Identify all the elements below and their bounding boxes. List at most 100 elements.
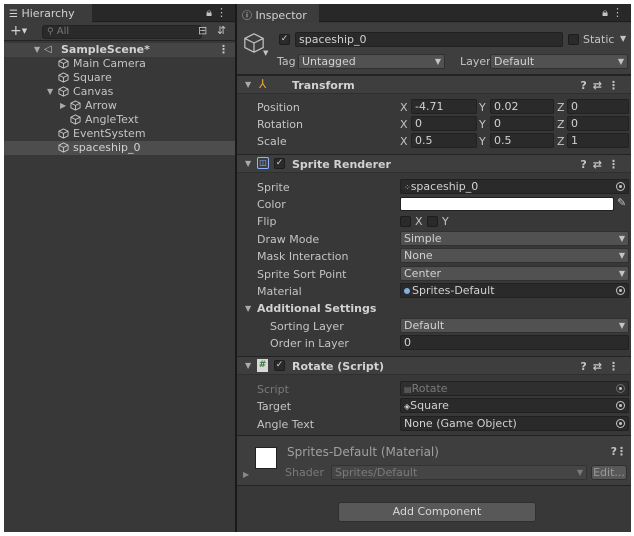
angle-text-object-field[interactable]: None (Game Object) <box>400 416 629 431</box>
chevron-down-icon[interactable]: ▼ <box>620 34 626 43</box>
tag-label: Tag <box>277 55 296 68</box>
scene-row[interactable]: ▼ ◁ SampleScene* ⋮ <box>4 43 235 57</box>
flip-y-checkbox[interactable] <box>427 216 438 227</box>
axis-label[interactable]: Z <box>557 135 565 148</box>
additional-settings-foldout[interactable]: Additional Settings <box>257 302 376 315</box>
eyedropper-icon[interactable]: ✎ <box>617 196 626 209</box>
chevron-down-icon[interactable]: ▼ <box>263 49 268 57</box>
material-title: Sprites-Default (Material) <box>287 445 439 459</box>
search-placeholder: All <box>56 26 70 37</box>
help-icon[interactable]: ? <box>580 79 592 92</box>
gameobject-cube-icon <box>58 128 69 139</box>
expand-arrow-icon[interactable]: ▼ <box>245 304 251 313</box>
presets-icon[interactable]: ⇄ <box>593 79 608 92</box>
scale-y-field[interactable]: 0.5 <box>490 133 554 148</box>
expand-arrow-icon[interactable]: ▼ <box>245 361 251 370</box>
layer-dropdown[interactable]: Default ▼ <box>490 54 628 69</box>
rotation-y-field[interactable]: 0 <box>490 116 554 131</box>
material-value: Sprites-Default <box>412 284 495 297</box>
hierarchy-search-input[interactable]: ⚲ All <box>42 25 202 39</box>
presets-icon[interactable]: ⇄ <box>593 158 608 171</box>
scale-z-field[interactable]: 1 <box>567 133 629 148</box>
more-menu-icon[interactable]: ⋮ <box>608 79 625 92</box>
list-item[interactable]: AngleText <box>4 113 235 127</box>
axis-label[interactable]: X <box>400 118 408 131</box>
active-checkbox[interactable]: ✓ <box>279 34 290 45</box>
unity-editor: ☰ Hierarchy 🔒︎⋮ +▼ ⚲ All ⊟ ⇵ ▼ ◁ SampleS… <box>4 4 631 532</box>
more-menu-icon[interactable]: ⋮ <box>608 158 625 171</box>
object-picker-icon[interactable] <box>616 182 625 191</box>
sprite-renderer-header[interactable]: ▼ ◫ ✓ Sprite Renderer ?⇄⋮ <box>237 154 631 173</box>
static-checkbox[interactable] <box>568 34 579 45</box>
draw-mode-dropdown[interactable]: Simple ▼ <box>400 231 629 246</box>
tag-dropdown[interactable]: Untagged ▼ <box>298 54 445 69</box>
inspector-tab-label: Inspector <box>255 9 307 22</box>
target-object-field[interactable]: ◈Square <box>400 398 629 413</box>
axis-label[interactable]: X <box>400 135 408 148</box>
expand-arrow-icon[interactable]: ▼ <box>34 43 40 57</box>
lock-icon[interactable]: 🔒︎ <box>206 6 216 19</box>
sprite-renderer-enabled-checkbox[interactable]: ✓ <box>274 158 285 169</box>
gameobject-cube-icon <box>58 58 69 69</box>
component-header-icons: ?⇄⋮ <box>580 360 625 373</box>
scene-visibility-icon[interactable]: ⊟ <box>198 24 207 37</box>
more-menu-icon[interactable]: ⋮ <box>616 445 627 458</box>
object-name-input[interactable]: spaceship_0 <box>295 32 563 47</box>
axis-label[interactable]: Z <box>557 118 565 131</box>
shader-label: Shader <box>285 466 324 479</box>
material-object-field[interactable]: Sprites-Default <box>400 283 629 298</box>
sorting-layer-dropdown[interactable]: Default ▼ <box>400 318 629 333</box>
list-item[interactable]: ▼ Canvas <box>4 85 235 99</box>
lock-icon[interactable]: 🔒︎ <box>602 6 612 19</box>
more-menu-icon[interactable]: ⋮ <box>612 6 627 19</box>
rotate-script-header[interactable]: ▼ # ✓ Rotate (Script) ?⇄⋮ <box>237 356 631 375</box>
axis-label[interactable]: Z <box>557 101 565 114</box>
object-picker-icon[interactable] <box>616 419 625 428</box>
more-menu-icon[interactable]: ⋮ <box>216 6 231 19</box>
object-picker-icon[interactable] <box>616 401 625 410</box>
material-sphere-icon <box>404 288 410 294</box>
position-x-field[interactable]: -4.71 <box>411 99 477 114</box>
list-item[interactable]: Main Camera <box>4 57 235 71</box>
list-item[interactable]: EventSystem <box>4 127 235 141</box>
filter-sort-icon[interactable]: ⇵ <box>217 24 226 37</box>
rotate-enabled-checkbox[interactable]: ✓ <box>274 360 285 371</box>
expand-arrow-icon[interactable]: ▼ <box>245 159 251 168</box>
order-in-layer-field[interactable]: 0 <box>400 335 629 350</box>
axis-label[interactable]: Y <box>479 118 486 131</box>
axis-label[interactable]: Y <box>479 135 486 148</box>
add-object-button[interactable]: +▼ <box>10 23 27 39</box>
position-y-field[interactable]: 0.02 <box>490 99 554 114</box>
expand-arrow-icon[interactable]: ▼ <box>47 85 53 99</box>
rotation-z-field[interactable]: 0 <box>567 116 629 131</box>
axis-label[interactable]: X <box>400 101 408 114</box>
inspector-tab[interactable]: ⓘ Inspector <box>237 4 319 23</box>
help-icon[interactable]: ? <box>580 158 592 171</box>
list-item[interactable]: ▶ Arrow <box>4 99 235 113</box>
gameobject-cube-icon[interactable] <box>243 32 265 54</box>
list-item[interactable]: Square <box>4 71 235 85</box>
shader-edit-button[interactable]: Edit... <box>591 465 627 480</box>
sort-point-dropdown[interactable]: Center ▼ <box>400 266 629 281</box>
hierarchy-tab[interactable]: ☰ Hierarchy <box>4 4 92 23</box>
add-component-button[interactable]: Add Component <box>338 502 536 522</box>
scale-x-field[interactable]: 0.5 <box>411 133 477 148</box>
mask-interaction-dropdown[interactable]: None ▼ <box>400 248 629 263</box>
presets-icon[interactable]: ⇄ <box>593 360 608 373</box>
transform-header[interactable]: ▼ ⅄ Transform ?⇄⋮ <box>237 75 631 94</box>
list-item-selected[interactable]: spaceship_0 <box>4 141 235 155</box>
color-swatch[interactable] <box>400 197 614 211</box>
position-z-field[interactable]: 0 <box>567 99 629 114</box>
expand-arrow-icon[interactable]: ▼ <box>245 80 251 89</box>
sprite-object-field[interactable]: ⁘spaceship_0 <box>400 179 629 194</box>
scene-menu-icon[interactable]: ⋮ <box>218 43 229 57</box>
axis-label[interactable]: Y <box>479 101 486 114</box>
object-picker-icon[interactable] <box>616 286 625 295</box>
rotation-x-field[interactable]: 0 <box>411 116 477 131</box>
flip-x-checkbox[interactable] <box>400 216 411 227</box>
expand-arrow-icon[interactable]: ▶ <box>243 470 249 479</box>
sort-point-value: Center <box>404 267 442 280</box>
help-icon[interactable]: ? <box>580 360 592 373</box>
collapse-arrow-icon[interactable]: ▶ <box>60 99 66 113</box>
more-menu-icon[interactable]: ⋮ <box>608 360 625 373</box>
